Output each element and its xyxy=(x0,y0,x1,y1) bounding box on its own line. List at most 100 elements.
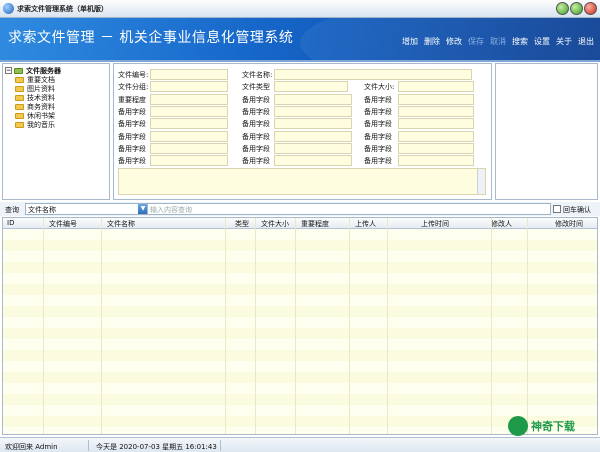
file-detail-form: 文件编号: 文件分组: 重要程度 备用字段 备用字段 备用字段 备用字段 备用字段 文件名称: 文… xyxy=(113,63,492,200)
folder-icon xyxy=(15,103,24,110)
col-id[interactable]: ID xyxy=(7,219,14,227)
header-banner: 求索文件管理 － 机关企事业信息化管理系统 增加 删除 修改 保存 取消 搜索 … xyxy=(0,18,600,60)
table-row[interactable] xyxy=(3,361,597,372)
notes-textarea[interactable] xyxy=(118,168,486,195)
form-field[interactable] xyxy=(398,81,474,93)
table-row[interactable] xyxy=(3,317,597,328)
form-label: 备用字段 xyxy=(118,157,146,166)
table-row[interactable] xyxy=(3,372,597,383)
form-field[interactable] xyxy=(274,130,352,142)
col-type[interactable]: 类型 xyxy=(235,219,249,229)
status-datetime: 今天是 2020-07-03 星期五 16:01:43 xyxy=(96,443,217,451)
form-field[interactable] xyxy=(398,142,474,154)
table-row[interactable] xyxy=(3,240,597,251)
form-field[interactable] xyxy=(150,105,228,117)
form-field[interactable] xyxy=(274,69,472,80)
form-field[interactable] xyxy=(150,93,228,105)
form-field[interactable] xyxy=(150,118,228,130)
form-label: 文件大小: xyxy=(364,83,395,92)
form-field[interactable] xyxy=(274,142,352,154)
form-field[interactable] xyxy=(150,130,228,142)
form-field[interactable] xyxy=(150,81,228,93)
menu-exit[interactable]: 退出 xyxy=(578,36,594,47)
form-field[interactable] xyxy=(150,155,228,167)
form-field[interactable] xyxy=(398,118,474,130)
column-divider xyxy=(387,218,388,434)
col-file-name[interactable]: 文件名称 xyxy=(107,219,135,229)
menu-search[interactable]: 搜索 xyxy=(512,36,528,47)
table-row[interactable] xyxy=(3,350,597,361)
column-divider xyxy=(101,218,102,434)
col-file-no[interactable]: 文件编号 xyxy=(49,219,77,229)
form-field[interactable] xyxy=(274,118,352,130)
folder-icon xyxy=(15,112,24,119)
menu-cancel[interactable]: 取消 xyxy=(490,36,506,47)
table-row[interactable] xyxy=(3,383,597,394)
form-field[interactable] xyxy=(150,142,228,154)
tree-item-business[interactable]: 商务资料 xyxy=(5,102,107,111)
col-upload-time[interactable]: 上传时间 xyxy=(421,219,449,229)
form-label: 备用字段 xyxy=(118,120,146,129)
form-field[interactable] xyxy=(274,93,352,105)
table-row[interactable] xyxy=(3,229,597,240)
form-label: 备用字段 xyxy=(364,120,392,129)
main-menu: 增加 删除 修改 保存 取消 搜索 设置 关于 退出 xyxy=(402,36,594,47)
query-field-select[interactable]: 文件名称 ▼ xyxy=(25,203,149,215)
tree-item-important-docs[interactable]: 重要文档 xyxy=(5,75,107,84)
query-label: 查询 xyxy=(5,206,19,214)
form-field[interactable] xyxy=(398,105,474,117)
form-label: 文件类型 xyxy=(242,83,270,92)
form-field[interactable] xyxy=(274,81,348,93)
form-label: 备用字段 xyxy=(118,132,146,141)
close-button[interactable] xyxy=(584,2,597,15)
status-welcome: 欢迎回来 Admin xyxy=(5,443,58,451)
tree-item-label: 我的音乐 xyxy=(27,120,55,129)
table-row[interactable] xyxy=(3,339,597,350)
menu-save[interactable]: 保存 xyxy=(468,36,484,47)
form-label: 备用字段 xyxy=(242,95,270,104)
menu-edit[interactable]: 修改 xyxy=(446,36,462,47)
menu-delete[interactable]: 删除 xyxy=(424,36,440,47)
query-field-value: 文件名称 xyxy=(28,206,56,214)
menu-settings[interactable]: 设置 xyxy=(534,36,550,47)
enter-confirm-checkbox[interactable] xyxy=(553,205,561,213)
query-input[interactable]: 输入内容查询 xyxy=(147,203,551,215)
form-field[interactable] xyxy=(274,155,352,167)
table-row[interactable] xyxy=(3,394,597,405)
app-title: 求索文件管理 － 机关企事业信息化管理系统 xyxy=(8,30,294,46)
col-modifier[interactable]: 修改人 xyxy=(491,219,512,229)
table-row[interactable] xyxy=(3,262,597,273)
maximize-button[interactable] xyxy=(570,2,583,15)
form-label: 文件分组: xyxy=(118,83,149,92)
table-row[interactable] xyxy=(3,295,597,306)
tree-item-images[interactable]: 图片资料 xyxy=(5,84,107,93)
table-row[interactable] xyxy=(3,251,597,262)
notes-scrollbar[interactable] xyxy=(477,169,485,194)
form-field[interactable] xyxy=(150,69,228,80)
tree-root[interactable]: − 文件服务器 xyxy=(5,66,107,75)
status-divider xyxy=(220,440,221,451)
menu-about[interactable]: 关于 xyxy=(556,36,572,47)
form-label: 备用字段 xyxy=(364,132,392,141)
col-size[interactable]: 文件大小 xyxy=(261,219,289,229)
form-field[interactable] xyxy=(398,130,474,142)
col-importance[interactable]: 重要程度 xyxy=(301,219,329,229)
folder-icon xyxy=(15,85,24,92)
table-row[interactable] xyxy=(3,273,597,284)
table-row[interactable] xyxy=(3,328,597,339)
tree-item-leisure[interactable]: 休闲书架 xyxy=(5,111,107,120)
tree-item-tech[interactable]: 技术资料 xyxy=(5,93,107,102)
col-uploader[interactable]: 上传人 xyxy=(355,219,376,229)
form-field[interactable] xyxy=(274,105,352,117)
col-modify-time[interactable]: 修改时间 xyxy=(555,219,583,229)
column-divider xyxy=(225,218,226,434)
collapse-icon[interactable]: − xyxy=(5,67,12,74)
minimize-button[interactable] xyxy=(556,2,569,15)
form-field[interactable] xyxy=(398,155,474,167)
table-row[interactable] xyxy=(3,284,597,295)
menu-add[interactable]: 增加 xyxy=(402,36,418,47)
table-row[interactable] xyxy=(3,306,597,317)
tree-item-music[interactable]: 我的音乐 xyxy=(5,120,107,129)
form-field[interactable] xyxy=(398,93,474,105)
form-label: 备用字段 xyxy=(242,144,270,153)
